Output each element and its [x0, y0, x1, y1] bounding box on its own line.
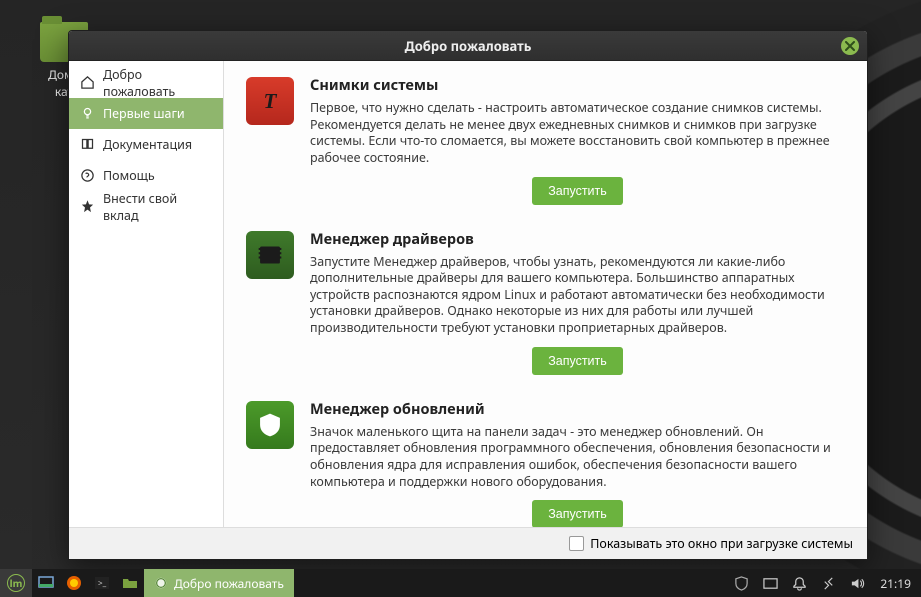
section-title: Менеджер обновлений: [310, 399, 845, 419]
sidebar: Добро пожаловать Первые шаги Документаци…: [69, 61, 224, 527]
firefox-icon: [66, 575, 82, 591]
firefox-launcher[interactable]: [60, 569, 88, 597]
tray-notifications-icon[interactable]: [791, 575, 807, 591]
help-icon: [79, 168, 95, 184]
close-button[interactable]: [841, 37, 859, 55]
system-tray: 21:19: [723, 575, 921, 592]
terminal-launcher[interactable]: >_: [88, 569, 116, 597]
book-icon: [79, 137, 95, 153]
show-desktop-button[interactable]: [32, 569, 60, 597]
taskbar: lm >_ Добро пожаловать: [0, 569, 921, 597]
svg-text:T: T: [264, 89, 278, 113]
start-menu-button[interactable]: lm: [0, 569, 32, 597]
launch-button-drivers[interactable]: Запустить: [532, 347, 623, 375]
timeshift-icon: T: [246, 77, 294, 125]
taskbar-item-welcome[interactable]: Добро пожаловать: [144, 569, 294, 597]
task-label: Добро пожаловать: [174, 575, 284, 592]
sidebar-item-label: Добро пожаловать: [103, 66, 213, 100]
tray-volume-icon[interactable]: [849, 575, 865, 591]
svg-text:>_: >_: [98, 578, 107, 589]
section-body: Запустите Менеджер драйверов, чтобы узна…: [310, 254, 845, 337]
quick-launch: >_: [32, 569, 144, 597]
sidebar-item-welcome[interactable]: Добро пожаловать: [69, 67, 223, 98]
sidebar-item-first-steps[interactable]: Первые шаги: [69, 98, 223, 129]
desktop-icon: [38, 575, 54, 591]
footer-bar: Показывать это окно при загрузке системы: [69, 527, 867, 559]
files-launcher[interactable]: [116, 569, 144, 597]
tray-workspaces-icon[interactable]: [762, 575, 778, 591]
section-timeshift: T Снимки системы Первое, что нужно сдела…: [224, 61, 867, 215]
section-updates: Менеджер обновлений Значок маленького щи…: [224, 385, 867, 527]
section-title: Снимки системы: [310, 75, 845, 95]
launch-button-updates[interactable]: Запустить: [532, 500, 623, 527]
clock[interactable]: 21:19: [880, 575, 911, 592]
close-icon: [845, 41, 855, 51]
folder-icon: [122, 575, 138, 591]
lightbulb-icon: [79, 106, 95, 122]
home-icon: [79, 75, 95, 91]
drivers-icon: [246, 231, 294, 279]
sidebar-item-documentation[interactable]: Документация: [69, 129, 223, 160]
show-on-startup-checkbox[interactable]: [569, 536, 584, 551]
app-icon: [154, 576, 168, 590]
section-drivers: Менеджер драйверов Запустите Менеджер др…: [224, 215, 867, 385]
star-icon: [79, 199, 95, 215]
section-body: Значок маленького щита на панели задач -…: [310, 424, 845, 491]
window-title: Добро пожаловать: [405, 37, 532, 55]
content-area[interactable]: T Снимки системы Первое, что нужно сдела…: [224, 61, 867, 527]
mint-logo-icon: lm: [7, 574, 25, 592]
sidebar-item-label: Помощь: [103, 167, 155, 184]
tray-shield-icon[interactable]: [733, 575, 749, 591]
sidebar-item-label: Внести свой вклад: [103, 190, 213, 224]
section-title: Менеджер драйверов: [310, 229, 845, 249]
sidebar-item-contribute[interactable]: Внести свой вклад: [69, 191, 223, 222]
launch-button-timeshift[interactable]: Запустить: [532, 177, 623, 205]
updates-icon: [246, 401, 294, 449]
show-on-startup-label: Показывать это окно при загрузке системы: [590, 535, 853, 552]
sidebar-item-label: Первые шаги: [103, 105, 185, 122]
section-body: Первое, что нужно сделать - настроить ав…: [310, 100, 845, 167]
titlebar[interactable]: Добро пожаловать: [69, 31, 867, 61]
sidebar-item-label: Документация: [103, 136, 192, 153]
sidebar-item-help[interactable]: Помощь: [69, 160, 223, 191]
tray-network-icon[interactable]: [820, 575, 836, 591]
welcome-window: Добро пожаловать Добро пожаловать Первые…: [68, 30, 868, 560]
terminal-icon: >_: [94, 575, 110, 591]
